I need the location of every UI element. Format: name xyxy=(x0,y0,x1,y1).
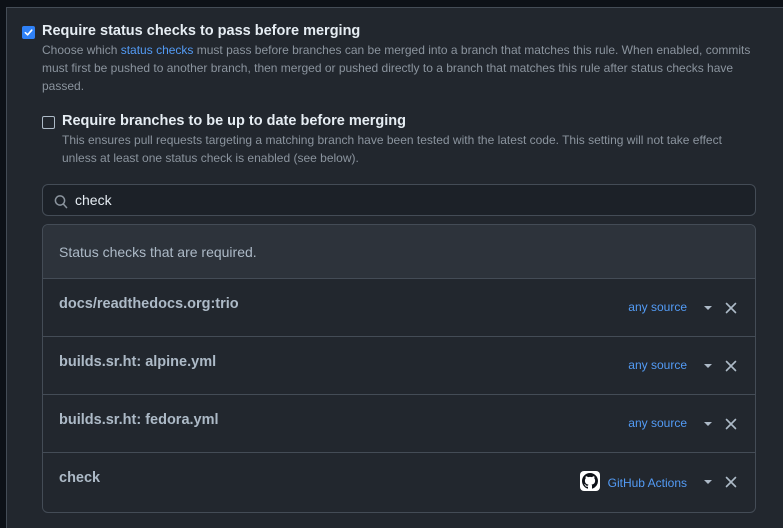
check-name: check xyxy=(59,470,101,486)
chevron-down-icon[interactable] xyxy=(704,364,712,368)
check-name: builds.sr.ht: alpine.yml xyxy=(59,354,217,370)
github-icon xyxy=(579,471,600,491)
up-to-date-checkbox[interactable] xyxy=(42,116,55,129)
required-checks-list: Status checks that are required. docs/re… xyxy=(42,224,756,513)
close-icon[interactable] xyxy=(724,417,738,431)
source-selector[interactable]: any source xyxy=(628,358,687,372)
up-to-date-option: Require branches to be up to date before… xyxy=(42,112,722,167)
close-icon[interactable] xyxy=(724,359,738,373)
check-name: docs/readthedocs.org:trio xyxy=(59,296,239,312)
chevron-down-icon[interactable] xyxy=(704,480,712,484)
chevron-down-icon[interactable] xyxy=(704,306,712,310)
source-selector[interactable]: any source xyxy=(628,300,687,314)
required-check-row: builds.sr.ht: fedora.yml any source xyxy=(43,395,755,453)
status-checks-title[interactable]: Require status checks to pass before mer… xyxy=(42,22,750,40)
status-check-search-input[interactable]: check xyxy=(42,184,756,216)
required-checks-header: Status checks that are required. xyxy=(43,225,755,279)
required-check-row: builds.sr.ht: alpine.yml any source xyxy=(43,337,755,395)
required-check-row: docs/readthedocs.org:trio any source xyxy=(43,279,755,337)
up-to-date-description: This ensures pull requests targeting a m… xyxy=(62,133,722,165)
close-icon[interactable] xyxy=(724,475,738,489)
checkmark-icon xyxy=(24,29,33,36)
chevron-down-icon[interactable] xyxy=(704,422,712,426)
search-value[interactable]: check xyxy=(75,192,112,208)
close-icon[interactable] xyxy=(724,301,738,315)
status-checks-option: Require status checks to pass before mer… xyxy=(22,22,750,95)
search-icon xyxy=(54,195,68,209)
status-checks-checkbox[interactable] xyxy=(22,26,35,39)
source-selector[interactable]: GitHub Actions xyxy=(579,471,687,491)
up-to-date-title[interactable]: Require branches to be up to date before… xyxy=(62,112,722,130)
status-checks-description: Choose which status checks must pass bef… xyxy=(42,43,751,93)
source-selector[interactable]: any source xyxy=(628,416,687,430)
required-check-row: check GitHub Actions xyxy=(43,453,755,511)
status-checks-link[interactable]: status checks xyxy=(121,43,194,57)
check-name: builds.sr.ht: fedora.yml xyxy=(59,412,219,428)
